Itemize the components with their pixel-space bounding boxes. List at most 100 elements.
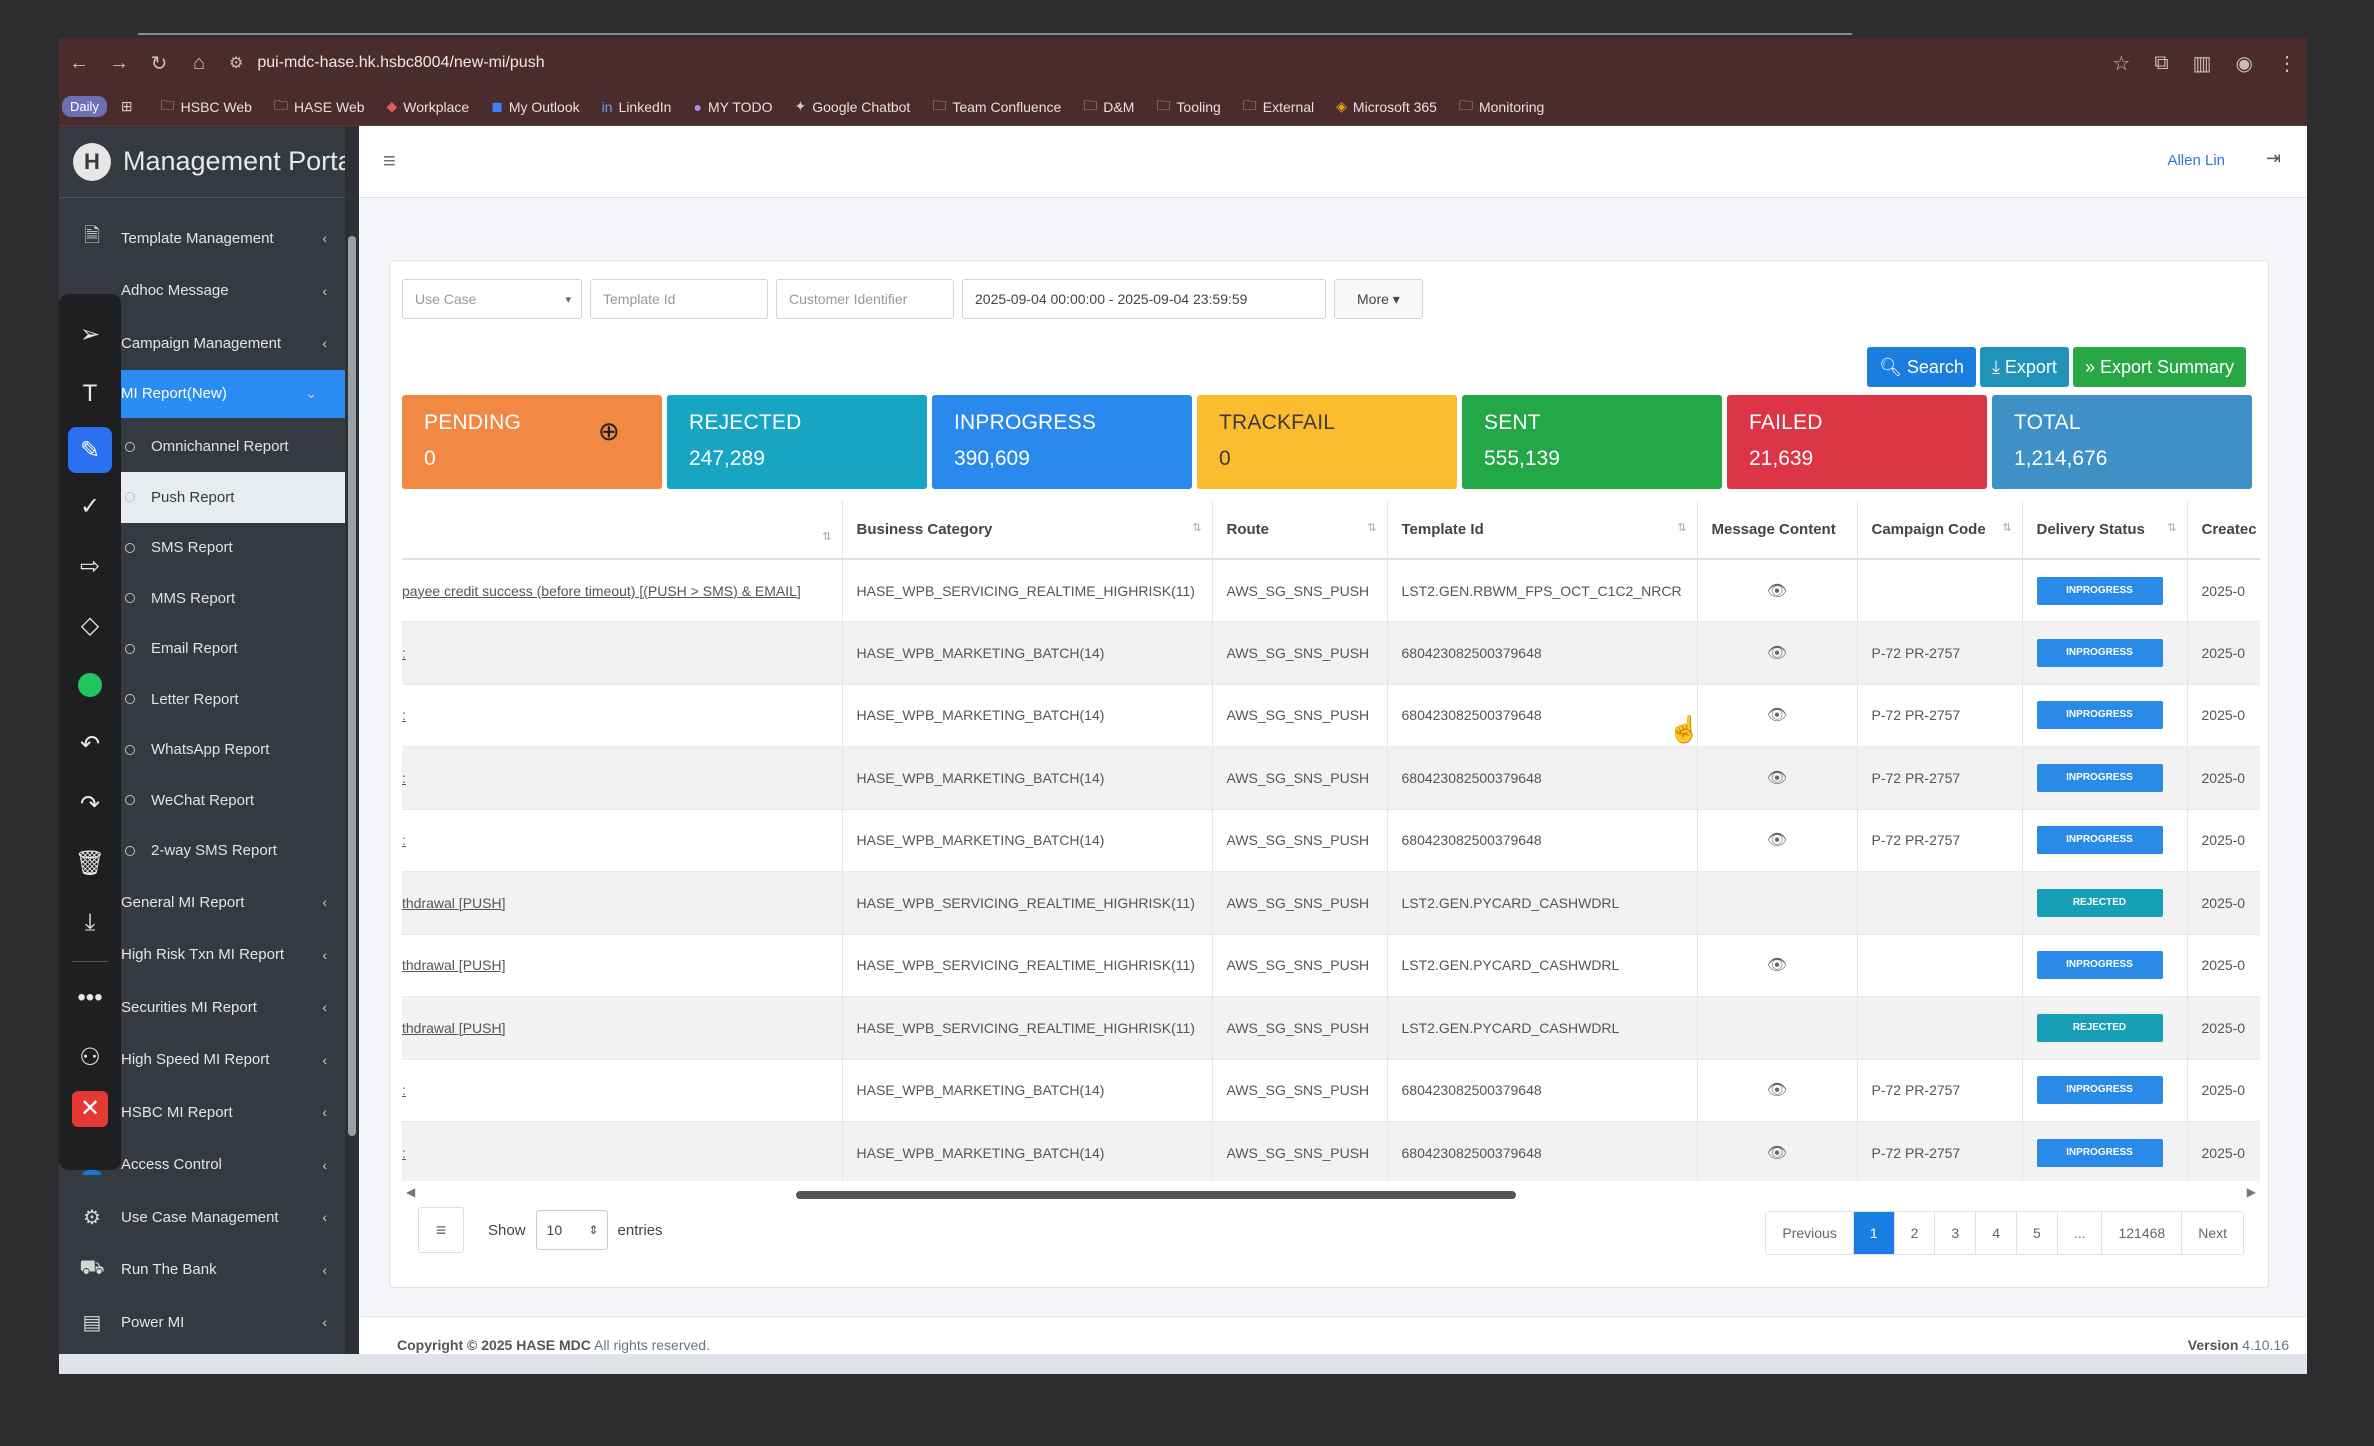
- pen-tool-icon[interactable]: ✎: [68, 427, 112, 473]
- site-info-icon[interactable]: ⚙: [229, 53, 243, 73]
- horizontal-scrollbar-thumb[interactable]: [796, 1191, 1516, 1199]
- table-row[interactable]: : HASE_WPB_MARKETING_BATCH(14) AWS_SG_SNS_…: [402, 621, 2260, 685]
- bookmark-folder[interactable]: 🗀 HSBC Web: [161, 95, 252, 119]
- url-field[interactable]: ⚙ pui-mdc-hase.hk.hsbc8004/new-mi/push: [229, 46, 2129, 80]
- table-row[interactable]: : HASE_WPB_MARKETING_BATCH(14) AWS_SG_SNS_…: [402, 1059, 2260, 1122]
- date-range-input[interactable]: 2025-09-04 00:00:00 - 2025-09-04 23:59:5…: [962, 279, 1326, 319]
- eye-icon[interactable]: 👁: [1767, 707, 1787, 724]
- bookmark-link[interactable]: ◆ Workplace: [387, 98, 470, 115]
- use-case-link[interactable]: :: [402, 1121, 843, 1181]
- column-toggle-button[interactable]: ≡: [418, 1207, 464, 1253]
- bookmark-folder[interactable]: 🗀 Tooling: [1156, 95, 1220, 119]
- use-case-link[interactable]: :: [402, 1059, 843, 1122]
- redo-icon[interactable]: ↷: [68, 778, 112, 830]
- table-horizontal-scrollbar[interactable]: ◀ ▶: [402, 1185, 2258, 1205]
- home-icon[interactable]: ⌂: [179, 52, 219, 75]
- sidebar-scrollbar-thumb[interactable]: [348, 236, 356, 1136]
- bookmark-link[interactable]: ● MY TODO: [693, 99, 772, 115]
- bookmark-folder[interactable]: 🗀 HASE Web: [274, 95, 365, 119]
- sort-icon[interactable]: ⇅: [2002, 521, 2011, 534]
- arrow-tool-icon[interactable]: ⇨: [68, 540, 112, 592]
- bookmark-link[interactable]: ◈ Microsoft 365: [1336, 98, 1437, 115]
- table-row[interactable]: payee credit success (before timeout) [(…: [402, 559, 2260, 622]
- table-row[interactable]: : HASE_WPB_MARKETING_BATCH(14) AWS_SG_SNS_…: [402, 746, 2260, 810]
- bookmark-folder[interactable]: 🗀 Monitoring: [1459, 95, 1544, 119]
- stat-rejected[interactable]: REJECTED 247,289: [667, 395, 927, 489]
- user-settings-icon[interactable]: ⚇: [68, 1031, 112, 1083]
- stat-failed[interactable]: FAILED 21,639: [1727, 395, 1987, 489]
- bookmark-daily[interactable]: Daily: [62, 96, 107, 117]
- stat-inprogress[interactable]: INPROGRESS 390,609: [932, 395, 1192, 489]
- stat-pending[interactable]: PENDING 0: [402, 395, 662, 489]
- more-filters-button[interactable]: More ▾: [1334, 279, 1423, 319]
- column-header[interactable]: Business Category ⇅: [842, 501, 1213, 560]
- use-case-link[interactable]: :: [402, 621, 843, 685]
- sidebar-item-use-case-management[interactable]: ⚙ Use Case Management ‹: [59, 1191, 359, 1244]
- more-dots-icon[interactable]: •••: [68, 972, 112, 1024]
- check-tool-icon[interactable]: ✓: [68, 481, 112, 533]
- sidebar-item-run-the-bank[interactable]: ⛟ Run The Bank ‹: [59, 1244, 359, 1297]
- sidepanel-icon[interactable]: ▥: [2193, 51, 2212, 76]
- use-case-link[interactable]: thdrawal [PUSH]: [402, 934, 843, 997]
- reload-icon[interactable]: ↻: [139, 51, 179, 76]
- pagination-last-page[interactable]: 121468: [2102, 1212, 2183, 1254]
- column-header[interactable]: Template Id ⇅: [1387, 501, 1698, 560]
- sort-icon[interactable]: ⇅: [822, 530, 831, 543]
- bookmark-link[interactable]: in LinkedIn: [602, 99, 672, 115]
- use-case-select[interactable]: Use Case ▾: [402, 279, 582, 319]
- column-header[interactable]: Createc: [2187, 501, 2260, 560]
- pagination-next[interactable]: Next: [2182, 1212, 2243, 1254]
- bookmark-star-icon[interactable]: ☆: [2112, 51, 2130, 76]
- eye-icon[interactable]: 👁: [1767, 645, 1787, 662]
- export-summary-button[interactable]: » Export Summary: [2072, 347, 2246, 387]
- bookmark-folder[interactable]: 🗀 Team Confluence: [932, 95, 1061, 119]
- use-case-link[interactable]: thdrawal [PUSH]: [402, 996, 843, 1060]
- pagination-previous[interactable]: Previous: [1766, 1212, 1854, 1254]
- undo-icon[interactable]: ↶: [68, 719, 112, 771]
- profile-icon[interactable]: ◉: [2236, 51, 2253, 76]
- use-case-link[interactable]: :: [402, 746, 843, 810]
- sort-icon[interactable]: ⇅: [1192, 521, 1201, 534]
- logout-icon[interactable]: ⇥: [2266, 148, 2281, 169]
- text-tool-icon[interactable]: T: [68, 368, 112, 420]
- use-case-link[interactable]: thdrawal [PUSH]: [402, 871, 843, 935]
- user-name[interactable]: Allen Lin: [2167, 152, 2225, 169]
- scroll-left-icon[interactable]: ◀: [406, 1185, 415, 1199]
- close-icon[interactable]: ✕: [72, 1090, 108, 1127]
- sort-icon[interactable]: ⇅: [2167, 521, 2176, 534]
- hamburger-menu-icon[interactable]: ≡: [383, 148, 396, 174]
- page-length-select[interactable]: 10 ⇕: [535, 1210, 608, 1250]
- table-row[interactable]: : HASE_WPB_MARKETING_BATCH(14) AWS_SG_SNS_…: [402, 1121, 2260, 1181]
- sort-icon[interactable]: ⇅: [1367, 521, 1376, 534]
- forward-icon[interactable]: →: [99, 52, 139, 75]
- stat-total[interactable]: TOTAL 1,214,676: [1992, 395, 2252, 489]
- eye-icon[interactable]: 👁: [1767, 957, 1787, 974]
- bookmark-folder[interactable]: 🗀 D&M: [1083, 95, 1134, 119]
- column-header[interactable]: Message Content: [1697, 501, 1858, 560]
- bookmark-folder[interactable]: 🗀 External: [1243, 95, 1314, 119]
- table-row[interactable]: thdrawal [PUSH] HASE_WPB_SERVICING_REALTI…: [402, 996, 2260, 1060]
- customer-identifier-input[interactable]: Customer Identifier: [776, 279, 954, 319]
- export-button[interactable]: ⤓ Export: [1979, 347, 2069, 387]
- table-row[interactable]: : HASE_WPB_MARKETING_BATCH(14) AWS_SG_SNS_…: [402, 684, 2260, 747]
- brand[interactable]: H Management Portal: [59, 126, 359, 198]
- column-header[interactable]: Campaign Code ⇅: [1857, 501, 2023, 560]
- eye-icon[interactable]: 👁: [1767, 832, 1787, 849]
- pagination-page-1[interactable]: 1: [1853, 1212, 1895, 1254]
- pointer-tool-icon[interactable]: ➢: [68, 308, 112, 360]
- pagination-page-3[interactable]: 3: [1935, 1212, 1977, 1254]
- column-header[interactable]: ⇅: [402, 501, 843, 560]
- table-row[interactable]: thdrawal [PUSH] HASE_WPB_SERVICING_REALTI…: [402, 871, 2260, 935]
- sidebar-item-power-mi[interactable]: ▤ Power MI ‹: [59, 1296, 359, 1349]
- eraser-tool-icon[interactable]: ◇: [68, 600, 112, 652]
- column-header[interactable]: Route ⇅: [1212, 501, 1388, 560]
- pagination-page-2[interactable]: 2: [1894, 1212, 1936, 1254]
- bookmark-link[interactable]: ◼ My Outlook: [491, 98, 579, 115]
- sidebar-scrollbar[interactable]: [345, 126, 359, 1374]
- extensions-icon[interactable]: ⧉: [2154, 52, 2168, 75]
- back-icon[interactable]: ←: [59, 52, 99, 75]
- table-row[interactable]: thdrawal [PUSH] HASE_WPB_SERVICING_REALTI…: [402, 934, 2260, 997]
- pagination-page-4[interactable]: 4: [1976, 1212, 2018, 1254]
- eye-icon[interactable]: 👁: [1767, 1082, 1787, 1099]
- stat-sent[interactable]: SENT 555,139: [1462, 395, 1722, 489]
